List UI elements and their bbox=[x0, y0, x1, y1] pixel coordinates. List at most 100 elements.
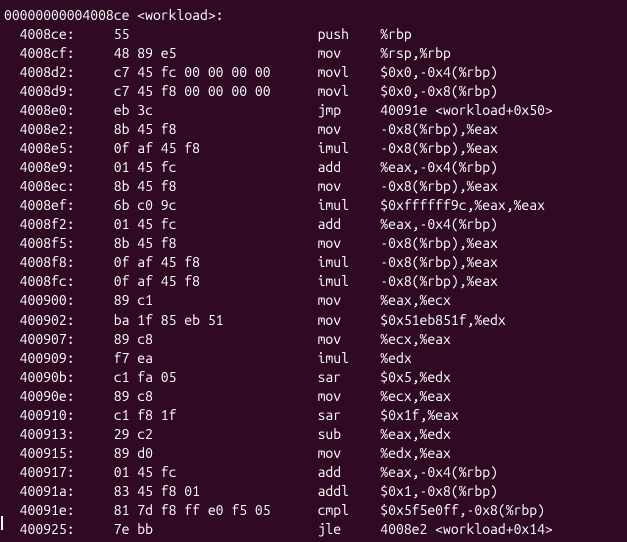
address-cell: 400902: bbox=[4, 311, 82, 330]
disassembly-listing: 4008ce: 55 push %rbp 4008cf: 48 89 e5 mo… bbox=[4, 25, 623, 542]
disasm-row: 400910: c1 f8 1f sar $0x1f,%eax bbox=[4, 406, 623, 425]
operands-cell: $0xffffff9c,%eax,%eax bbox=[380, 196, 545, 215]
operands-cell: $0x0,-0x8(%rbp) bbox=[380, 82, 498, 101]
disasm-row: 4008e5: 0f af 45 f8 imul -0x8(%rbp),%eax bbox=[4, 139, 623, 158]
disasm-row: 4008d2: c7 45 fc 00 00 00 00 movl $0x0,-… bbox=[4, 63, 623, 82]
symbol-header: 00000000004008ce <workload>: bbox=[4, 6, 623, 25]
address-cell: 4008f5: bbox=[4, 234, 82, 253]
mnemonic-cell: imul bbox=[318, 139, 381, 158]
disasm-row: 400909: f7 ea imul %edx bbox=[4, 349, 623, 368]
address-cell: 4008f2: bbox=[4, 215, 82, 234]
disasm-row: 40091e: 81 7d f8 ff e0 f5 05 cmpl $0x5f5… bbox=[4, 501, 623, 520]
address-cell: 4008e0: bbox=[4, 101, 82, 120]
address-cell: 40091a: bbox=[4, 482, 82, 501]
bytes-cell: 89 d0 bbox=[82, 444, 317, 463]
mnemonic-cell: mov bbox=[318, 44, 381, 63]
mnemonic-cell: mov bbox=[318, 234, 381, 253]
bytes-cell: 8b 45 f8 bbox=[82, 120, 317, 139]
mnemonic-cell: imul bbox=[318, 253, 381, 272]
bytes-cell: 89 c8 bbox=[82, 387, 317, 406]
address-cell: 400917: bbox=[4, 463, 82, 482]
mnemonic-cell: jmp bbox=[318, 101, 381, 120]
operands-cell: %edx bbox=[380, 349, 411, 368]
address-cell: 400925: bbox=[4, 520, 82, 539]
address-cell: 400915: bbox=[4, 444, 82, 463]
disasm-row: 400902: ba 1f 85 eb 51 mov $0x51eb851f,%… bbox=[4, 311, 623, 330]
disasm-row: 4008e9: 01 45 fc add %eax,-0x4(%rbp) bbox=[4, 158, 623, 177]
address-cell: 4008cf: bbox=[4, 44, 82, 63]
disasm-row: 4008f2: 01 45 fc add %eax,-0x4(%rbp) bbox=[4, 215, 623, 234]
disasm-row: 400917: 01 45 fc add %eax,-0x4(%rbp) bbox=[4, 463, 623, 482]
mnemonic-cell: mov bbox=[318, 120, 381, 139]
bytes-cell: 7e bb bbox=[82, 520, 317, 539]
mnemonic-cell: movl bbox=[318, 63, 381, 82]
text-cursor bbox=[1, 516, 3, 530]
disasm-row: 400900: 89 c1 mov %eax,%ecx bbox=[4, 291, 623, 310]
address-cell: 40091e: bbox=[4, 501, 82, 520]
operands-cell: %ecx,%eax bbox=[380, 330, 451, 349]
mnemonic-cell: imul bbox=[318, 349, 381, 368]
operands-cell: %rbp bbox=[380, 25, 411, 44]
mnemonic-cell: add bbox=[318, 215, 381, 234]
bytes-cell: 6b c0 9c bbox=[82, 196, 317, 215]
disasm-row: 4008ec: 8b 45 f8 mov -0x8(%rbp),%eax bbox=[4, 177, 623, 196]
mnemonic-cell: imul bbox=[318, 272, 381, 291]
operands-cell: $0x5,%edx bbox=[380, 368, 451, 387]
disasm-row: 400925: 7e bb jle 4008e2 <workload+0x14> bbox=[4, 520, 623, 539]
mnemonic-cell: mov bbox=[318, 291, 381, 310]
mnemonic-cell: sar bbox=[318, 406, 381, 425]
address-cell: 40090e: bbox=[4, 387, 82, 406]
disasm-row: 4008e0: eb 3c jmp 40091e <workload+0x50> bbox=[4, 101, 623, 120]
mnemonic-cell: mov bbox=[318, 444, 381, 463]
disasm-row: 4008d9: c7 45 f8 00 00 00 00 movl $0x0,-… bbox=[4, 82, 623, 101]
disasm-row: 40090b: c1 fa 05 sar $0x5,%edx bbox=[4, 368, 623, 387]
address-cell: 40090b: bbox=[4, 368, 82, 387]
bytes-cell: c7 45 f8 00 00 00 00 bbox=[82, 82, 317, 101]
address-cell: 4008e5: bbox=[4, 139, 82, 158]
bytes-cell: 0f af 45 f8 bbox=[82, 272, 317, 291]
operands-cell: %rsp,%rbp bbox=[380, 44, 451, 63]
bytes-cell: 0f af 45 f8 bbox=[82, 253, 317, 272]
bytes-cell: 81 7d f8 ff e0 f5 05 bbox=[82, 501, 317, 520]
disasm-row: 400913: 29 c2 sub %eax,%edx bbox=[4, 425, 623, 444]
disasm-row: 4008f8: 0f af 45 f8 imul -0x8(%rbp),%eax bbox=[4, 253, 623, 272]
bytes-cell: 55 bbox=[82, 25, 317, 44]
mnemonic-cell: add bbox=[318, 158, 381, 177]
operands-cell: -0x8(%rbp),%eax bbox=[380, 120, 498, 139]
bytes-cell: 29 c2 bbox=[82, 425, 317, 444]
bytes-cell: 8b 45 f8 bbox=[82, 234, 317, 253]
address-cell: 4008f8: bbox=[4, 253, 82, 272]
bytes-cell: 89 c8 bbox=[82, 330, 317, 349]
operands-cell: -0x8(%rbp),%eax bbox=[380, 272, 498, 291]
disasm-row: 4008e2: 8b 45 f8 mov -0x8(%rbp),%eax bbox=[4, 120, 623, 139]
mnemonic-cell: mov bbox=[318, 330, 381, 349]
bytes-cell: 89 c1 bbox=[82, 291, 317, 310]
operands-cell: 4008e2 <workload+0x14> bbox=[380, 520, 552, 539]
operands-cell: %eax,-0x4(%rbp) bbox=[380, 215, 498, 234]
operands-cell: %eax,-0x4(%rbp) bbox=[380, 463, 498, 482]
bytes-cell: 01 45 fc bbox=[82, 215, 317, 234]
address-cell: 4008ec: bbox=[4, 177, 82, 196]
address-cell: 4008d9: bbox=[4, 82, 82, 101]
operands-cell: -0x8(%rbp),%eax bbox=[380, 253, 498, 272]
address-cell: 4008fc: bbox=[4, 272, 82, 291]
address-cell: 400913: bbox=[4, 425, 82, 444]
address-cell: 4008ce: bbox=[4, 25, 82, 44]
disasm-row: 40091a: 83 45 f8 01 addl $0x1,-0x8(%rbp) bbox=[4, 482, 623, 501]
bytes-cell: 01 45 fc bbox=[82, 463, 317, 482]
bytes-cell: c7 45 fc 00 00 00 00 bbox=[82, 63, 317, 82]
operands-cell: -0x8(%rbp),%eax bbox=[380, 234, 498, 253]
disasm-row: 400915: 89 d0 mov %edx,%eax bbox=[4, 444, 623, 463]
operands-cell: -0x8(%rbp),%eax bbox=[380, 177, 498, 196]
bytes-cell: f7 ea bbox=[82, 349, 317, 368]
operands-cell: $0x1,-0x8(%rbp) bbox=[380, 482, 498, 501]
address-cell: 400900: bbox=[4, 291, 82, 310]
mnemonic-cell: add bbox=[318, 463, 381, 482]
mnemonic-cell: mov bbox=[318, 177, 381, 196]
mnemonic-cell: sar bbox=[318, 368, 381, 387]
operands-cell: %eax,-0x4(%rbp) bbox=[380, 158, 498, 177]
operands-cell: $0x5f5e0ff,-0x8(%rbp) bbox=[380, 501, 545, 520]
disasm-row: 4008ce: 55 push %rbp bbox=[4, 25, 623, 44]
address-cell: 400909: bbox=[4, 349, 82, 368]
address-cell: 4008ef: bbox=[4, 196, 82, 215]
